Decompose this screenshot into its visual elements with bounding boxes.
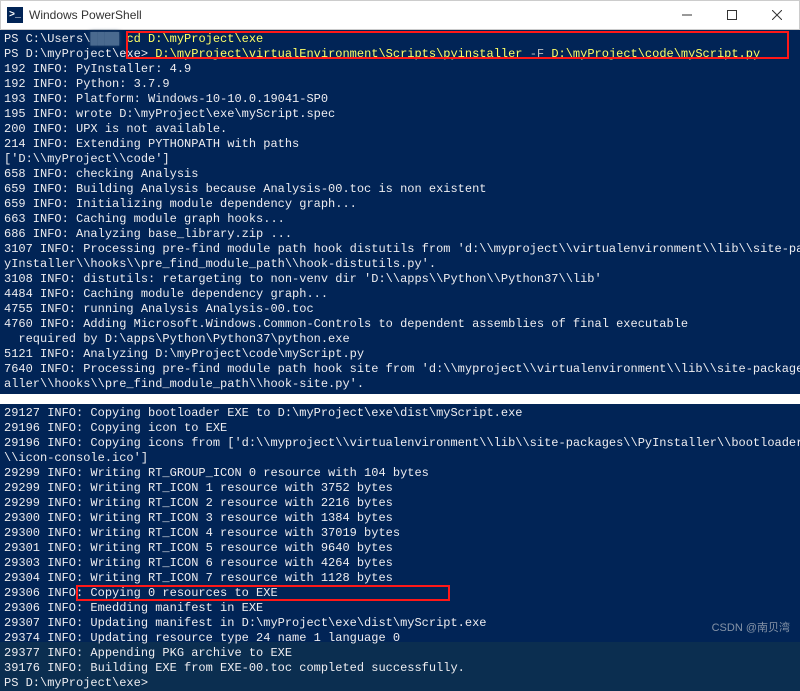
- maximize-button[interactable]: [709, 0, 754, 30]
- output-line: 659 INFO: Initializing module dependency…: [4, 197, 796, 212]
- output-line: 29304 INFO: Writing RT_ICON 7 resource w…: [4, 571, 796, 586]
- window-title: Windows PowerShell: [29, 8, 664, 22]
- prompt-line-2: PS D:\myProject\exe> D:\myProject\virtua…: [4, 47, 796, 62]
- window-titlebar: >_ Windows PowerShell: [0, 0, 800, 30]
- output-line: 193 INFO: Platform: Windows-10-10.0.1904…: [4, 92, 796, 107]
- close-button[interactable]: [754, 0, 799, 30]
- output-line: 4755 INFO: running Analysis Analysis-00.…: [4, 302, 796, 317]
- output-line: 29307 INFO: Updating manifest in D:\myPr…: [4, 616, 796, 631]
- output-line: 29300 INFO: Writing RT_ICON 4 resource w…: [4, 526, 796, 541]
- blurred-username: ████: [90, 32, 119, 46]
- output-line: 29301 INFO: Writing RT_ICON 5 resource w…: [4, 541, 796, 556]
- output-line: 29127 INFO: Copying bootloader EXE to D:…: [4, 406, 796, 421]
- prompt-line-1: PS C:\Users\████ cd D:\myProject\exe: [4, 32, 796, 47]
- output-line: 29374 INFO: Updating resource type 24 na…: [4, 631, 796, 646]
- output-line: 39176 INFO: Building EXE from EXE-00.toc…: [4, 661, 796, 676]
- prompt-prefix: PS C:\Users\: [4, 32, 90, 46]
- output-line: 7640 INFO: Processing pre-find module pa…: [4, 362, 796, 377]
- output-line: 192 INFO: Python: 3.7.9: [4, 77, 796, 92]
- output-line: 29299 INFO: Writing RT_ICON 1 resource w…: [4, 481, 796, 496]
- output-line: 686 INFO: Analyzing base_library.zip ...: [4, 227, 796, 242]
- output-line: \\icon-console.ico']: [4, 451, 796, 466]
- command-pyinstaller: D:\myProject\virtualEnvironment\Scripts\…: [155, 47, 522, 61]
- output-line: 200 INFO: UPX is not available.: [4, 122, 796, 137]
- powershell-icon: >_: [7, 7, 23, 23]
- output-line: 29299 INFO: Writing RT_GROUP_ICON 0 reso…: [4, 466, 796, 481]
- output-line: 29306 INFO: Copying 0 resources to EXE: [4, 586, 796, 601]
- output-line: 214 INFO: Extending PYTHONPATH with path…: [4, 137, 796, 152]
- output-line: 3107 INFO: Processing pre-find module pa…: [4, 242, 796, 257]
- watermark: CSDN @南贝湾: [712, 622, 790, 636]
- command-cd: cd D:\myProject\exe: [126, 32, 263, 46]
- output-line: 29377 INFO: Appending PKG archive to EXE: [4, 646, 796, 661]
- output-line: 195 INFO: wrote D:\myProject\exe\myScrip…: [4, 107, 796, 122]
- powershell-icon-glyph: >_: [9, 10, 21, 21]
- minimize-button[interactable]: [664, 0, 709, 30]
- output-line: 663 INFO: Caching module graph hooks...: [4, 212, 796, 227]
- output-line: 192 INFO: PyInstaller: 4.9: [4, 62, 796, 77]
- command-flag: -F: [523, 47, 552, 61]
- output-line: PS D:\myProject\exe>: [4, 676, 796, 691]
- output-line: 4760 INFO: Adding Microsoft.Windows.Comm…: [4, 317, 796, 332]
- output-line: 29196 INFO: Copying icons from ['d:\\myp…: [4, 436, 796, 451]
- output-line: 29306 INFO: Emedding manifest in EXE: [4, 601, 796, 616]
- output-line: 29303 INFO: Writing RT_ICON 6 resource w…: [4, 556, 796, 571]
- output-line: 658 INFO: checking Analysis: [4, 167, 796, 182]
- screenshot-gap: [0, 394, 800, 404]
- output-line: 29196 INFO: Copying icon to EXE: [4, 421, 796, 436]
- output-line: 3108 INFO: distutils: retargeting to non…: [4, 272, 796, 287]
- console-output[interactable]: PS C:\Users\████ cd D:\myProject\exe PS …: [0, 30, 800, 642]
- output-line: 5121 INFO: Analyzing D:\myProject\code\m…: [4, 347, 796, 362]
- output-line: required by D:\apps\Python\Python37\pyth…: [4, 332, 796, 347]
- command-arg: D:\myProject\code\myScript.py: [551, 47, 760, 61]
- output-line: 29300 INFO: Writing RT_ICON 3 resource w…: [4, 511, 796, 526]
- window-controls: [664, 0, 799, 30]
- output-line: 29299 INFO: Writing RT_ICON 2 resource w…: [4, 496, 796, 511]
- output-line: aller\\hooks\\pre_find_module_path\\hook…: [4, 377, 796, 392]
- prompt-prefix: PS D:\myProject\exe>: [4, 47, 155, 61]
- output-line: ['D:\\myProject\\code']: [4, 152, 796, 167]
- output-line: 4484 INFO: Caching module dependency gra…: [4, 287, 796, 302]
- output-line: yInstaller\\hooks\\pre_find_module_path\…: [4, 257, 796, 272]
- output-line: 659 INFO: Building Analysis because Anal…: [4, 182, 796, 197]
